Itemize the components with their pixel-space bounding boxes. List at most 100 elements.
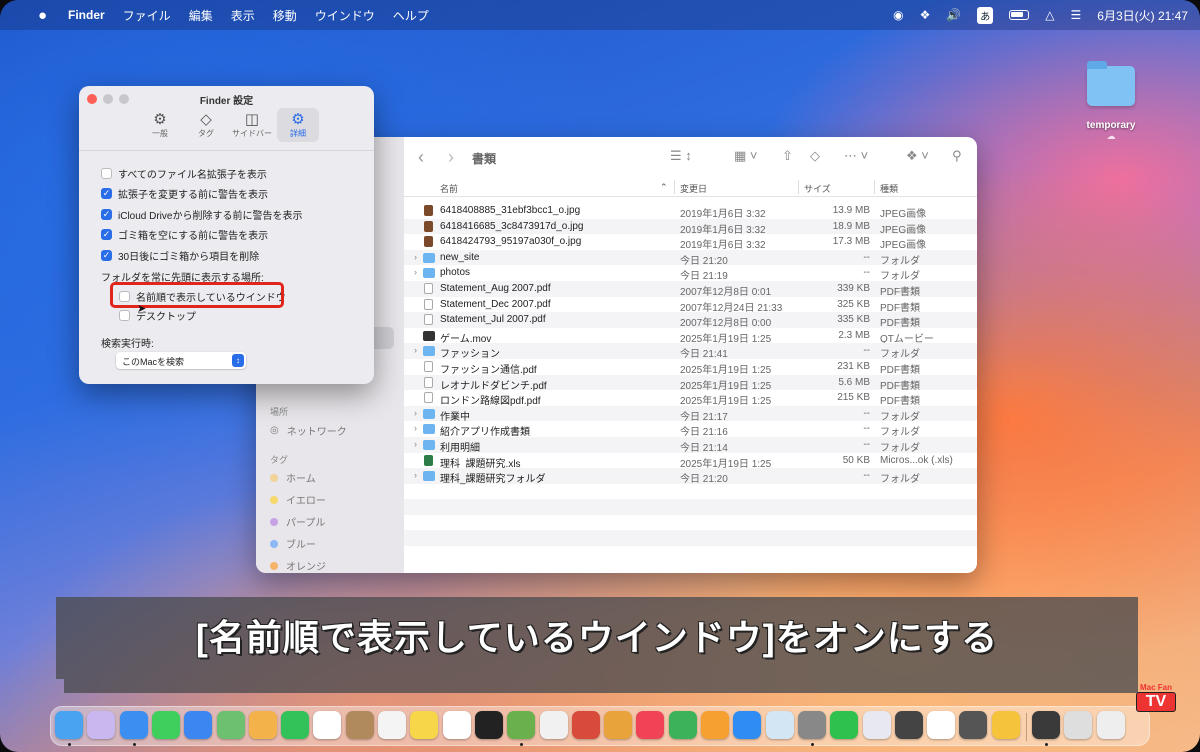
apple-logo-icon[interactable]: ●: [38, 7, 52, 24]
pages-icon[interactable]: [701, 711, 729, 739]
menu-help[interactable]: ヘルプ: [393, 7, 429, 24]
more-actions-icon[interactable]: ⋯ ˅: [844, 148, 868, 164]
table-row[interactable]: › 紹介アプリ作成書類 今日 21:16 -- フォルダ: [404, 421, 977, 438]
search-icon[interactable]: ⚲: [952, 148, 962, 164]
finder-icon[interactable]: [55, 711, 83, 739]
list-view-icon[interactable]: ☰ ↕: [670, 148, 692, 164]
launchpad-icon[interactable]: [87, 711, 116, 739]
table-row[interactable]: Statement_Aug 2007.pdf 2007年12月8日 0:01 339…: [404, 280, 977, 298]
volume-icon[interactable]: 🔊: [946, 8, 961, 22]
dropbox-toolbar-icon[interactable]: ❖ ˅: [906, 148, 929, 164]
search-scope-select[interactable]: このMacを検索 ↕: [116, 352, 246, 369]
column-name[interactable]: 名前: [440, 182, 458, 195]
tab-general[interactable]: ⚙ 一般: [139, 108, 181, 142]
back-button[interactable]: ‹: [418, 147, 424, 168]
table-row[interactable]: › photos 今日 21:19 -- フォルダ: [404, 265, 977, 282]
table-row[interactable]: ロンドン路線図pdf.pdf 2025年1月19日 1:25 215 KB PDF書類: [404, 390, 977, 407]
table-row[interactable]: レオナルドダビンチ.pdf 2025年1月19日 1:25 5.6 MB PDF書類: [404, 374, 977, 392]
column-divider[interactable]: [674, 180, 675, 194]
quicktime-icon[interactable]: [1032, 711, 1060, 739]
option-warn-icloud-delete[interactable]: ✓ iCloud Driveから削除する前に警告を表示: [101, 207, 302, 222]
disclosure-chevron-icon[interactable]: ›: [414, 408, 417, 418]
table-row[interactable]: ゲーム.mov 2025年1月19日 1:25 2.3 MB QTムービー: [404, 328, 977, 345]
option-folders-first-desktop[interactable]: デスクトップ: [119, 308, 196, 323]
calculator-icon[interactable]: [959, 711, 988, 739]
contacts-icon[interactable]: [345, 711, 374, 739]
menu-window[interactable]: ウインドウ: [315, 7, 375, 24]
sidebar-tag-orange[interactable]: オレンジ: [270, 558, 326, 573]
downloads-stack-icon[interactable]: [1064, 711, 1093, 739]
chrome-icon[interactable]: [539, 711, 568, 739]
checkbox[interactable]: ✓: [101, 250, 112, 261]
facetime-icon[interactable]: [281, 711, 310, 739]
sidebar-tag-blue[interactable]: ブルー: [270, 536, 316, 551]
disclosure-chevron-icon[interactable]: ›: [414, 267, 417, 277]
pages-app-icon[interactable]: [604, 711, 633, 739]
column-divider[interactable]: [874, 180, 875, 194]
disclosure-chevron-icon[interactable]: ›: [414, 345, 417, 355]
table-row[interactable]: › 理科_課題研究フォルダ 今日 21:20 -- フォルダ: [404, 468, 977, 485]
forward-button[interactable]: ›: [448, 147, 454, 168]
column-kind[interactable]: 種類: [880, 182, 898, 195]
menu-go[interactable]: 移動: [273, 7, 297, 24]
menu-clock[interactable]: 6月3日(火) 21:47: [1097, 7, 1188, 24]
table-row[interactable]: › 利用明細 今日 21:14 -- フォルダ: [404, 436, 977, 454]
option-warn-change-extension[interactable]: ✓ 拡張子を変更する前に警告を表示: [101, 186, 268, 201]
music-icon[interactable]: [636, 711, 665, 739]
reminders-icon[interactable]: [378, 711, 406, 739]
preview-icon[interactable]: [765, 711, 794, 739]
numbers-app-icon[interactable]: [507, 711, 536, 739]
disclosure-chevron-icon[interactable]: ›: [414, 470, 417, 480]
disclosure-chevron-icon[interactable]: ›: [414, 252, 417, 262]
tab-advanced[interactable]: ⚙ 詳細: [277, 108, 319, 142]
trash-icon[interactable]: [1096, 711, 1125, 739]
table-row[interactable]: › 作業中 今日 21:17 -- フォルダ: [404, 405, 977, 423]
group-icon[interactable]: ▦ ˅: [734, 148, 758, 164]
checkbox[interactable]: [101, 168, 112, 179]
table-row[interactable]: Statement_Jul 2007.pdf 2007年12月8日 0:00 335…: [404, 312, 977, 329]
table-row[interactable]: › ファッション 今日 21:41 -- フォルダ: [404, 343, 977, 360]
tab-sidebar[interactable]: ◫ サイドバー: [231, 108, 273, 142]
checkbox[interactable]: [119, 310, 130, 321]
checkbox[interactable]: ✓: [101, 188, 112, 199]
image-app-icon[interactable]: [571, 711, 600, 739]
disclosure-chevron-icon[interactable]: ›: [414, 423, 417, 433]
chatgpt-icon[interactable]: [927, 711, 956, 739]
disclosure-chevron-icon[interactable]: ›: [414, 439, 417, 449]
dropbox-icon[interactable]: ❖: [920, 8, 931, 22]
column-date[interactable]: 変更日: [680, 182, 707, 195]
desktop-folder-temporary[interactable]: temporary ☁: [1078, 61, 1144, 142]
system-settings-icon[interactable]: [797, 711, 826, 739]
sidebar-tag-purple[interactable]: パープル: [270, 514, 325, 529]
photos-icon[interactable]: [248, 711, 277, 739]
sidebar-tag-home[interactable]: ホーム: [270, 470, 316, 485]
option-remove-trash-30-days[interactable]: ✓ 30日後にゴミ箱から項目を削除: [101, 248, 259, 263]
column-size[interactable]: サイズ: [804, 182, 831, 195]
option-show-extensions[interactable]: すべてのファイル名拡張子を表示: [101, 166, 267, 181]
notes-icon[interactable]: [410, 711, 439, 739]
typeless-icon[interactable]: [991, 711, 1020, 739]
control-center-icon[interactable]: ☰: [1071, 8, 1082, 22]
input-method-indicator[interactable]: あ: [977, 6, 994, 24]
menu-app-finder[interactable]: Finder: [68, 8, 105, 22]
menu-edit[interactable]: 編集: [189, 7, 213, 24]
mail-icon[interactable]: [184, 711, 213, 739]
table-row[interactable]: ファッション通信.pdf 2025年1月19日 1:25 231 KB PDF書類: [404, 359, 977, 376]
sidebar-tag-yellow[interactable]: イエロー: [270, 492, 326, 507]
affinity-icon[interactable]: [862, 711, 891, 739]
maps-icon[interactable]: [216, 711, 245, 739]
messages-icon[interactable]: [151, 711, 180, 739]
table-row[interactable]: Statement_Dec 2007.pdf 2007年12月24日 21:33 3…: [404, 297, 977, 314]
tv-icon[interactable]: [474, 711, 503, 739]
battery-icon[interactable]: [1009, 10, 1030, 20]
table-row[interactable]: 6418416685_3c8473917d_o.jpg 2019年1月6日 3:3…: [404, 218, 977, 236]
table-row[interactable]: 理科_課題研究.xls 2025年1月19日 1:25 50 KB Micros...…: [404, 453, 977, 470]
option-warn-empty-trash[interactable]: ✓ ゴミ箱を空にする前に警告を表示: [101, 227, 268, 242]
table-row[interactable]: › new_site 今日 21:20 -- フォルダ: [404, 249, 977, 267]
menu-view[interactable]: 表示: [231, 7, 255, 24]
line-icon[interactable]: [830, 711, 859, 739]
iphone-mirroring-icon[interactable]: [894, 711, 923, 739]
freeform-icon[interactable]: [442, 711, 471, 739]
wifi-icon[interactable]: △: [1045, 8, 1054, 22]
table-row[interactable]: 6418424793_95197a030f_o.jpg 2019年1月6日 3:3…: [404, 234, 977, 251]
